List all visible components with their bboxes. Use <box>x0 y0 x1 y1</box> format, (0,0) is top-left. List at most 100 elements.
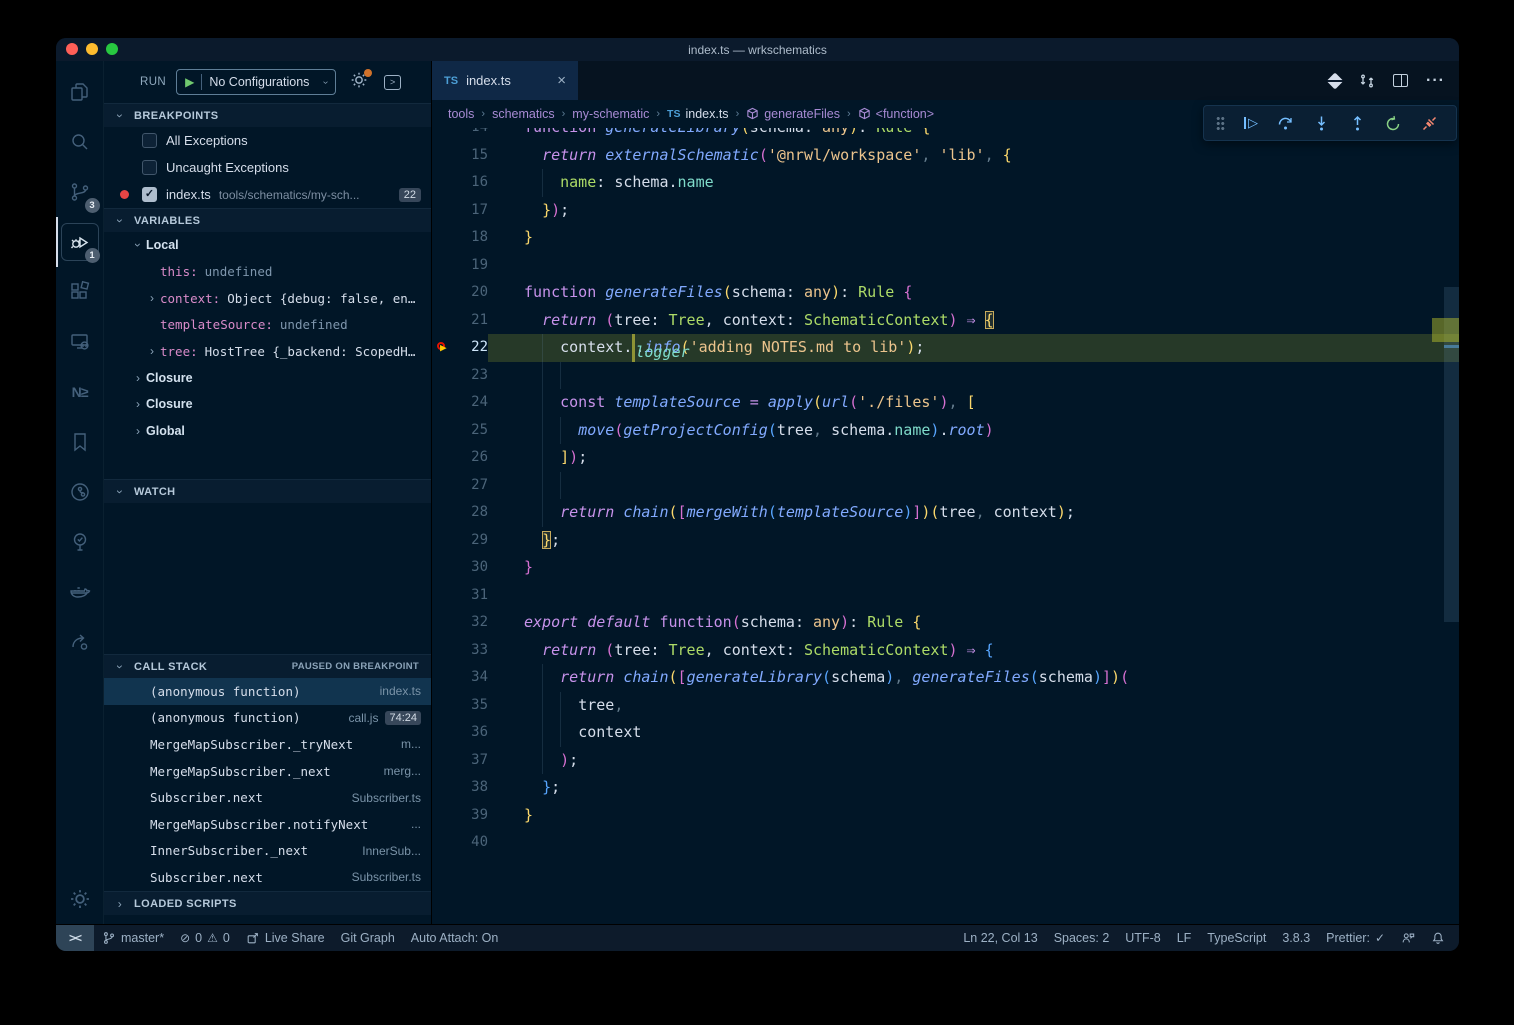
breakpoint-checkbox[interactable] <box>142 133 157 148</box>
gutter-glyph-margin[interactable]: ▶ <box>432 334 454 362</box>
status-prettier[interactable]: Prettier:✓ <box>1318 925 1393 951</box>
sidebar-item-search[interactable] <box>56 117 104 167</box>
close-window-button[interactable] <box>66 43 78 55</box>
breadcrumb-item-schematics[interactable]: schematics <box>492 107 555 121</box>
continue-button[interactable]: ▷ <box>1244 115 1258 131</box>
code-line[interactable]: 15 return externalSchematic('@nrwl/works… <box>432 142 1459 170</box>
breakpoint-checkbox[interactable]: ✓ <box>142 187 157 202</box>
gutter-glyph-margin[interactable] <box>432 692 454 720</box>
code-line[interactable]: 23 <box>432 362 1459 390</box>
call-stack-frame[interactable]: MergeMapSubscriber._tryNextm... <box>104 731 431 758</box>
gutter-glyph-margin[interactable] <box>432 224 454 252</box>
gutter-glyph-margin[interactable] <box>432 829 454 857</box>
twisty-icon[interactable]: › <box>130 397 146 411</box>
status-notifications[interactable] <box>1423 925 1453 951</box>
twisty-icon[interactable]: › <box>144 344 160 358</box>
code-line[interactable]: 21 return (tree: Tree, context: Schemati… <box>432 307 1459 335</box>
more-actions-icon[interactable]: ··· <box>1426 72 1445 90</box>
status-cursor-position[interactable]: Ln 22, Col 13 <box>955 925 1045 951</box>
gutter-glyph-margin[interactable] <box>432 472 454 500</box>
variable-row[interactable]: ›tree:HostTree {_backend: ScopedH… <box>104 338 431 365</box>
variable-row[interactable]: ›context:Object {debug: false, en… <box>104 285 431 312</box>
gutter-glyph-margin[interactable] <box>432 142 454 170</box>
gutter-glyph-margin[interactable] <box>432 197 454 225</box>
code-line[interactable]: 24 const templateSource = apply(url('./f… <box>432 389 1459 417</box>
breadcrumb-item-tools[interactable]: tools <box>448 107 474 121</box>
gutter-glyph-margin[interactable] <box>432 444 454 472</box>
start-debugging-icon[interactable]: ▶ <box>185 75 194 89</box>
gutter-glyph-margin[interactable] <box>432 802 454 830</box>
section-header-loaded-scripts[interactable]: › LOADED SCRIPTS <box>104 891 431 915</box>
breakpoint-row[interactable]: Uncaught Exceptions <box>104 154 431 181</box>
scope-row[interactable]: ›Local <box>104 232 431 259</box>
gutter-glyph-margin[interactable] <box>432 169 454 197</box>
gutter-glyph-margin[interactable] <box>432 389 454 417</box>
breadcrumb-item-my-schematic[interactable]: my-schematic <box>572 107 649 121</box>
code-line[interactable]: 37 ); <box>432 747 1459 775</box>
code-line[interactable]: 38 }; <box>432 774 1459 802</box>
code-line[interactable]: 33 return (tree: Tree, context: Schemati… <box>432 637 1459 665</box>
call-stack-frame[interactable]: Subscriber.nextSubscriber.ts <box>104 864 431 891</box>
debug-console-button[interactable]: > <box>384 75 401 90</box>
status-remote-indicator[interactable]: >< <box>56 925 94 951</box>
breakpoint-row[interactable]: All Exceptions <box>104 127 431 154</box>
sidebar-item-git-history[interactable] <box>56 467 104 517</box>
status-git-graph[interactable]: Git Graph <box>333 925 403 951</box>
gutter-glyph-margin[interactable] <box>432 774 454 802</box>
drag-grip-icon[interactable] <box>1216 116 1225 131</box>
gutter-glyph-margin[interactable] <box>432 279 454 307</box>
gutter-glyph-margin[interactable] <box>432 582 454 610</box>
compare-changes-icon[interactable] <box>1359 73 1375 89</box>
status-errors-warnings[interactable]: ⊘0⚠0 <box>172 925 238 951</box>
code-line[interactable]: 28 return chain([mergeWith(templateSourc… <box>432 499 1459 527</box>
status-live-share[interactable]: Live Share <box>238 925 333 951</box>
scope-row[interactable]: ›Closure <box>104 365 431 392</box>
sidebar-item-docker[interactable] <box>56 567 104 617</box>
breakpoint-checkbox[interactable] <box>142 160 157 175</box>
zoom-window-button[interactable] <box>106 43 118 55</box>
twisty-icon[interactable]: › <box>130 424 146 438</box>
gutter-glyph-margin[interactable] <box>432 128 454 142</box>
status-feedback[interactable] <box>1393 925 1423 951</box>
section-header-variables[interactable]: › VARIABLES <box>104 208 431 232</box>
code-line[interactable]: 36 context <box>432 719 1459 747</box>
status-ts-version[interactable]: 3.8.3 <box>1274 925 1318 951</box>
close-tab-icon[interactable]: × <box>557 72 566 89</box>
twisty-icon[interactable]: › <box>144 291 160 305</box>
sidebar-item-bookmarks[interactable] <box>56 417 104 467</box>
code-line[interactable]: 26 ]); <box>432 444 1459 472</box>
scope-row[interactable]: ›Global <box>104 418 431 445</box>
code-line[interactable]: 40 <box>432 829 1459 857</box>
code-line[interactable]: 39} <box>432 802 1459 830</box>
status-auto-attach[interactable]: Auto Attach: On <box>403 925 507 951</box>
minimize-window-button[interactable] <box>86 43 98 55</box>
code-line[interactable]: 19 <box>432 252 1459 280</box>
section-header-watch[interactable]: › WATCH <box>104 479 431 503</box>
scope-row[interactable]: ›Closure <box>104 391 431 418</box>
twisty-icon[interactable]: › <box>131 237 145 253</box>
code-line[interactable]: 18} <box>432 224 1459 252</box>
code-line[interactable]: 34 return chain([generateLibrary(schema)… <box>432 664 1459 692</box>
step-over-button[interactable] <box>1277 115 1294 132</box>
sidebar-item-remote-explorer[interactable] <box>56 317 104 367</box>
code-line[interactable]: 20function generateFiles(schema: any): R… <box>432 279 1459 307</box>
variable-row[interactable]: ›this:undefined <box>104 259 431 286</box>
twisty-icon[interactable]: › <box>130 371 146 385</box>
disconnect-button[interactable] <box>1421 115 1438 132</box>
step-into-button[interactable] <box>1313 115 1330 132</box>
gutter-glyph-margin[interactable] <box>432 307 454 335</box>
status-encoding[interactable]: UTF-8 <box>1117 925 1168 951</box>
gutter-glyph-margin[interactable] <box>432 417 454 445</box>
breadcrumb-item-generatefiles[interactable]: generateFiles <box>746 107 840 121</box>
call-stack-frame[interactable]: Subscriber.nextSubscriber.ts <box>104 784 431 811</box>
diamond-icon[interactable] <box>1327 72 1344 89</box>
gutter-glyph-margin[interactable] <box>432 252 454 280</box>
code-line[interactable]: 27 <box>432 472 1459 500</box>
call-stack-frame[interactable]: (anonymous function)call.js74:24 <box>104 705 431 732</box>
status-language-mode[interactable]: TypeScript <box>1199 925 1274 951</box>
call-stack-frame[interactable]: (anonymous function)index.ts <box>104 678 431 705</box>
sidebar-item-run-and-debug[interactable]: 1 <box>56 217 104 267</box>
gutter-glyph-margin[interactable] <box>432 554 454 582</box>
breakpoint-row[interactable]: ✓index.tstools/schematics/my-sch...22 <box>104 181 431 208</box>
gutter-glyph-margin[interactable] <box>432 499 454 527</box>
